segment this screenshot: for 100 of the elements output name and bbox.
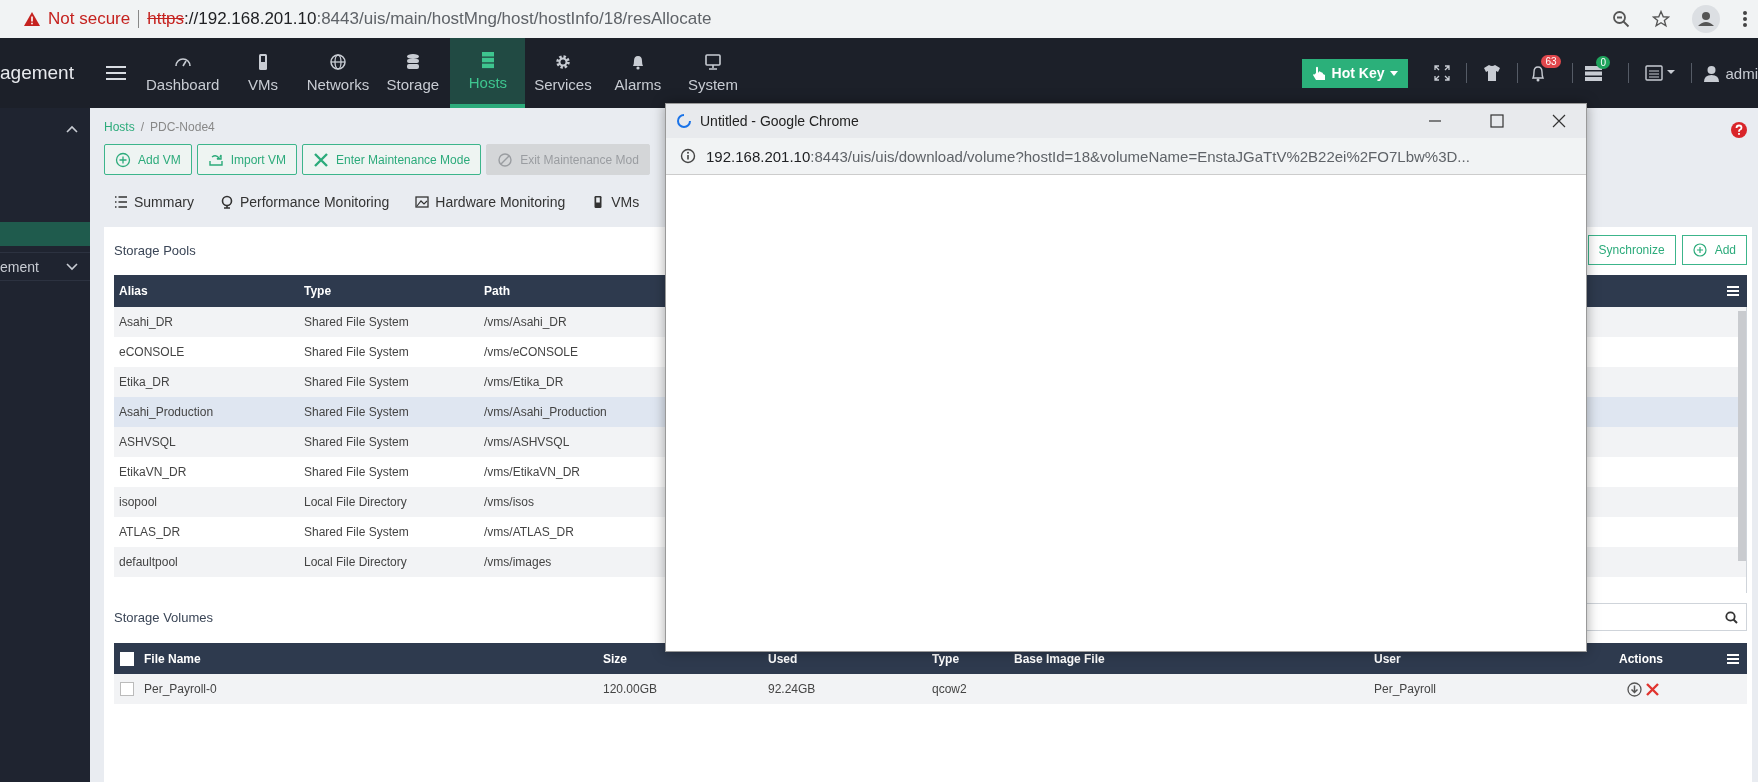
column-header: Size <box>603 651 628 666</box>
table-cell-text: Shared File System <box>303 435 410 449</box>
table-cell-text: Per_Payroll <box>1374 682 1438 696</box>
nav-tab[interactable]: Hosts <box>450 38 526 108</box>
nav-tab[interactable]: VMs <box>225 38 301 108</box>
address-url[interactable]: https://192.168.201.10:8443/uis/main/hostMng/host/hostInfo/18/resAllocate <box>147 9 712 29</box>
table-cell-text: /vms/isos <box>483 495 535 509</box>
brand-name: agement <box>0 62 75 84</box>
table-cell-text: Shared File System <box>303 345 410 359</box>
table-row[interactable]: Per_Payroll-0 120.00GB 92.24GB qcow2 Per_Payroll <box>114 674 1747 704</box>
caret-icon <box>1390 70 1399 76</box>
table-cell-text: ASHVSQL <box>118 435 177 449</box>
fullscreen-icon[interactable] <box>1434 65 1451 81</box>
section-title: Storage Pools <box>114 242 196 258</box>
window-list-icon[interactable] <box>1645 65 1676 81</box>
table-cell-text: 120.00GB <box>603 682 659 696</box>
table-cell-text: defaultpool <box>118 555 179 569</box>
zoom-out-icon[interactable] <box>1612 10 1630 28</box>
column-header: Base Image File <box>1014 651 1106 666</box>
column-header: Used <box>768 651 799 666</box>
table-cell-text: Etika_DR <box>118 375 171 389</box>
table-cell-text: isopool <box>118 495 159 509</box>
alarm-count-badge: 63 <box>1541 54 1561 68</box>
table-cell-text: Shared File System <box>303 375 410 389</box>
tab[interactable]: Summary <box>114 194 194 210</box>
table-cell-text: 92.24GB <box>768 682 817 696</box>
table-cell-text: /vms/ATLAS_DR <box>483 525 575 539</box>
help-icon[interactable] <box>1731 122 1747 138</box>
column-header: Actions <box>1619 651 1664 666</box>
disabled-icon <box>497 151 514 168</box>
sidebar-group[interactable]: ement <box>0 252 90 281</box>
column-header: Path <box>483 284 511 298</box>
table-cell-text: Shared File System <box>303 525 410 539</box>
table-cell-text: Local File Directory <box>303 555 408 569</box>
tab[interactable]: VMs <box>591 194 640 210</box>
table-cell-text: Shared File System <box>303 405 410 419</box>
server-icon[interactable] <box>1585 65 1603 81</box>
delete-icon[interactable] <box>1646 682 1659 696</box>
tools-icon <box>313 151 330 168</box>
task-count-badge: 0 <box>1596 55 1611 69</box>
download-icon[interactable] <box>1627 681 1642 697</box>
table-cell-text: Asahi_DR <box>118 315 175 329</box>
column-header: Type <box>303 284 333 298</box>
search-icon <box>1725 610 1738 624</box>
user-name[interactable]: admi <box>1725 64 1758 82</box>
section-title: Storage Volumes <box>114 609 213 625</box>
monitor-icon <box>703 53 722 71</box>
table-cell-text: /vms/ASHVSQL <box>483 435 571 449</box>
table-cell-text: /vms/Etika_DR <box>483 375 565 389</box>
table-cell-text: /vms/Asahi_Production <box>483 405 608 419</box>
chevron-up-icon[interactable] <box>66 125 78 133</box>
tab[interactable]: Hardware Monitoring <box>415 194 566 210</box>
plus-circle-icon <box>1692 243 1707 257</box>
shirt-icon[interactable] <box>1483 65 1502 81</box>
table-cell-text: Shared File System <box>303 465 410 479</box>
row-checkbox[interactable] <box>120 682 134 696</box>
nav-tab[interactable]: Services <box>525 38 601 108</box>
security-status[interactable]: Not secure <box>48 9 131 29</box>
column-menu-icon[interactable] <box>1727 286 1739 296</box>
table-cell-text: /vms/images <box>483 555 553 569</box>
nav-tab[interactable]: Dashboard <box>140 38 226 108</box>
image-icon <box>415 195 430 209</box>
profile-icon[interactable] <box>1692 5 1720 33</box>
list-icon <box>114 195 128 209</box>
column-header: Alias <box>118 284 149 298</box>
star-icon[interactable] <box>1652 10 1670 28</box>
close-icon[interactable] <box>1552 114 1566 128</box>
plus-circle-icon <box>115 151 131 168</box>
user-icon[interactable] <box>1704 64 1720 82</box>
breadcrumb-separator: / <box>140 120 145 136</box>
bell-icon[interactable] <box>1530 64 1547 82</box>
pin-icon <box>219 195 234 209</box>
table-cell-text: ATLAS_DR <box>118 525 182 539</box>
globe-icon <box>328 53 347 71</box>
table-cell-text: Shared File System <box>303 315 410 329</box>
column-header: Type <box>932 651 961 666</box>
window-title: Untitled - Google Chrome <box>700 113 859 129</box>
scrollbar[interactable] <box>1738 311 1746 561</box>
table-cell-text: Asahi_Production <box>118 405 215 419</box>
column-menu-icon[interactable] <box>1727 653 1739 664</box>
maximize-icon[interactable] <box>1490 114 1504 128</box>
nav-tab[interactable]: Alarms <box>600 38 676 108</box>
table-cell-text: EtikaVN_DR <box>118 465 188 479</box>
table-cell-text: Per_Payroll-0 <box>144 682 218 696</box>
more-icon[interactable] <box>1742 10 1748 28</box>
table-cell-text: Local File Directory <box>303 495 408 509</box>
select-all-checkbox[interactable] <box>120 651 134 666</box>
column-header: User <box>1374 651 1402 666</box>
table-cell-text: /vms/EtikaVN_DR <box>483 465 582 479</box>
menu-icon[interactable] <box>106 65 126 81</box>
nav-tab[interactable]: Networks <box>300 38 376 108</box>
hand-pointer-icon <box>1311 64 1326 82</box>
info-icon[interactable] <box>680 148 696 164</box>
table-cell-text: qcow2 <box>932 682 968 696</box>
table-cell-text: /vms/eCONSOLE <box>483 345 580 359</box>
table-cell-text: eCONSOLE <box>118 345 186 359</box>
nav-tab[interactable]: System <box>675 38 751 108</box>
nav-tab[interactable]: Storage <box>375 38 451 108</box>
gear-icon <box>553 53 572 71</box>
tab[interactable]: Performance Monitoring <box>219 194 390 210</box>
